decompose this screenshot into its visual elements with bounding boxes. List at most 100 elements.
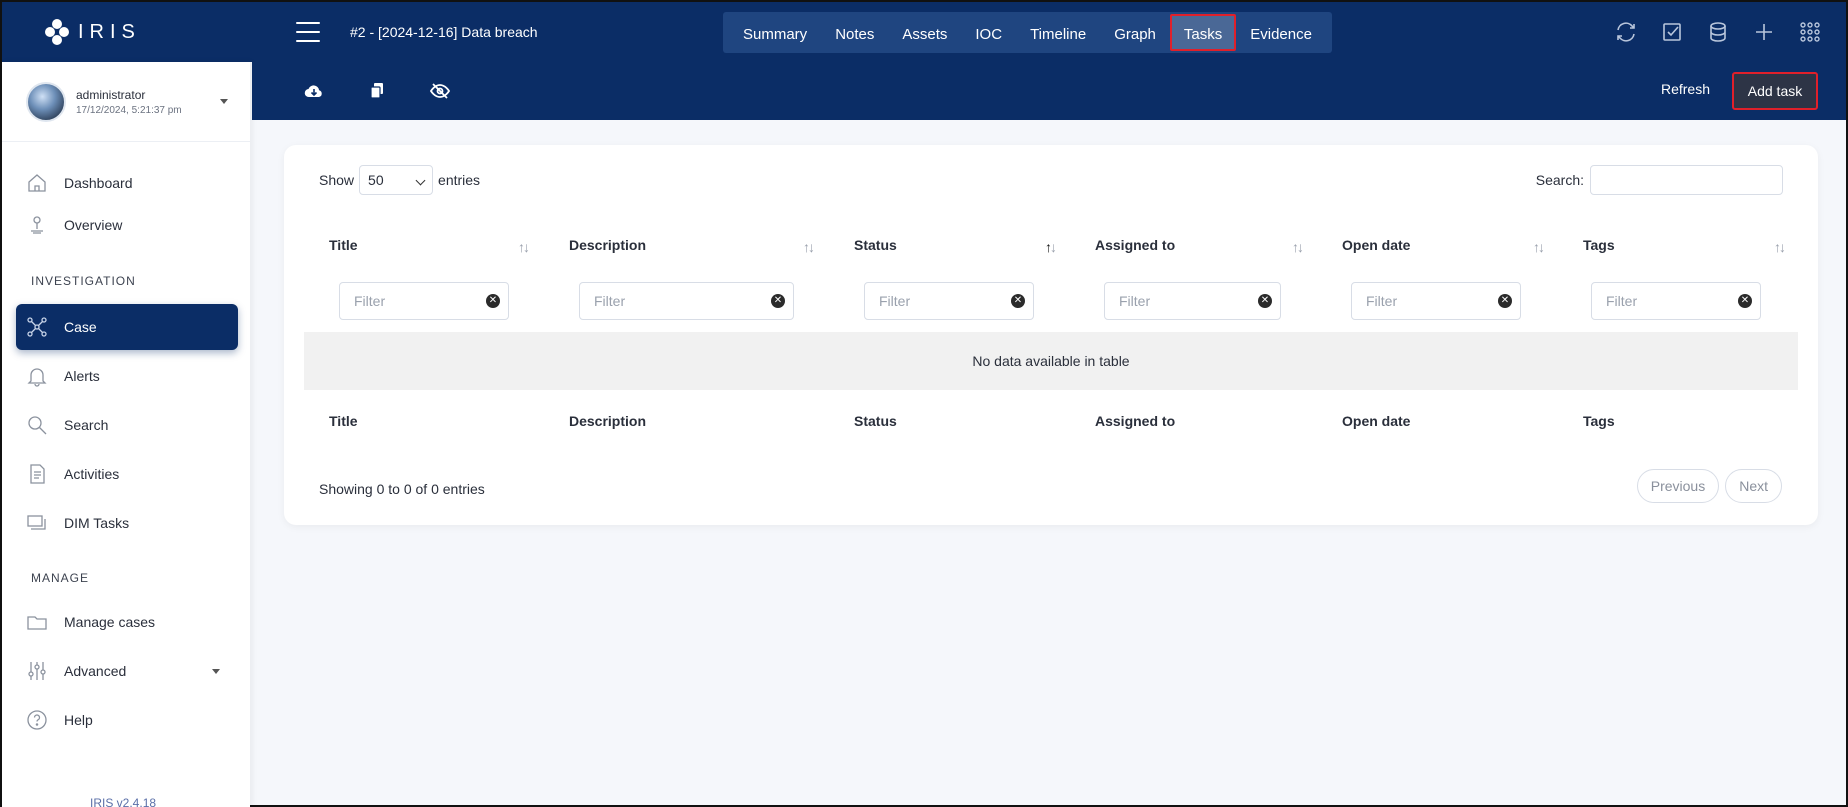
plus-icon[interactable] [1752,20,1776,44]
sort-ascending-icon[interactable]: ↑↓ [1045,239,1057,255]
column-header-title[interactable]: Title [329,237,358,253]
sidebar-item-activities[interactable]: Activities [16,451,238,497]
brand[interactable]: IRIS [2,2,250,62]
tab-notes[interactable]: Notes [821,14,888,51]
filter-assigned-to-input[interactable]: Filter ✕ [1104,282,1281,320]
iris-logo-icon [45,19,69,45]
refresh-button[interactable]: Refresh [1661,81,1710,97]
next-page-button[interactable]: Next [1725,469,1782,503]
clear-filter-icon[interactable]: ✕ [1738,294,1752,308]
tab-tasks[interactable]: Tasks [1169,14,1237,51]
empty-table-message: No data available in table [304,332,1798,390]
column-header-tags[interactable]: Tags [1583,237,1615,253]
footer-column-assigned-to: Assigned to [1095,413,1176,429]
stack-icon [26,512,48,534]
sidebar-item-advanced[interactable]: Advanced [16,648,238,694]
document-icon [26,463,48,485]
page-size-select[interactable]: 50 [359,165,434,195]
menu-toggle-icon[interactable] [296,22,320,42]
tab-ioc[interactable]: IOC [961,14,1016,51]
sort-icon[interactable]: ↑↓ [803,239,815,255]
folder-icon [26,611,48,633]
previous-page-button[interactable]: Previous [1636,469,1720,503]
tab-timeline[interactable]: Timeline [1016,14,1100,51]
filter-placeholder: Filter [1119,293,1151,309]
sidebar-item-label: Activities [64,466,120,482]
sidebar-item-label: Dashboard [64,175,133,191]
sidebar-item-overview[interactable]: Overview [16,202,238,248]
sort-icon[interactable]: ↑↓ [1774,239,1786,255]
sidebar-item-help[interactable]: Help [16,697,238,743]
footer-column-open-date: Open date [1342,413,1411,429]
filter-placeholder: Filter [1606,293,1638,309]
sidebar-item-label: Manage cases [64,614,156,630]
sort-icon[interactable]: ↑↓ [1533,239,1545,255]
footer-column-status: Status [854,413,897,429]
filter-placeholder: Filter [879,293,911,309]
case-title: #2 - [2024-12-16] Data breach [350,24,538,40]
filter-status-input[interactable]: Filter ✕ [864,282,1034,320]
add-task-button[interactable]: Add task [1732,72,1818,110]
apps-grid-icon[interactable] [1798,20,1822,44]
network-icon [26,316,48,338]
filter-placeholder: Filter [1366,293,1398,309]
sort-icon[interactable]: ↑↓ [1292,239,1304,255]
clear-filter-icon[interactable]: ✕ [771,294,785,308]
avatar [26,81,66,122]
filter-description-input[interactable]: Filter ✕ [579,282,794,320]
sidebar-item-label: Alerts [64,368,100,384]
sidebar-item-alerts[interactable]: Alerts [16,353,238,399]
sidebar-item-manage-cases[interactable]: Manage cases [16,599,238,645]
sidebar-item-dim-tasks[interactable]: DIM Tasks [16,500,238,546]
column-header-assigned-to[interactable]: Assigned to [1095,237,1175,253]
bell-icon [26,365,48,387]
pagination: Previous Next [1636,469,1782,503]
app-version: IRIS v2.4.18 [90,796,157,807]
tab-assets[interactable]: Assets [888,14,961,51]
clear-filter-icon[interactable]: ✕ [486,294,500,308]
top-navbar: IRIS #2 - [2024-12-16] Data breach Summa… [2,2,1846,62]
user-menu[interactable]: administrator 17/12/2024, 5:21:37 pm [2,62,250,142]
column-header-open-date[interactable]: Open date [1342,237,1410,253]
footer-column-description: Description [569,413,647,429]
eye-off-icon[interactable] [429,80,451,102]
section-investigation: INVESTIGATION [31,274,136,288]
filter-open-date-input[interactable]: Filter ✕ [1351,282,1521,320]
clear-filter-icon[interactable]: ✕ [1258,294,1272,308]
filter-title-input[interactable]: Filter ✕ [339,282,509,320]
cloud-download-icon[interactable] [303,80,325,102]
sidebar-item-dashboard[interactable]: Dashboard [16,160,238,206]
column-header-description[interactable]: Description [569,237,646,253]
show-label: Show [319,172,355,188]
page-length-control: Show 50 entries [319,165,480,195]
chevron-down-icon [415,175,426,186]
search-label: Search: [1535,172,1584,188]
sidebar-item-case[interactable]: Case [16,304,238,350]
sliders-icon [26,660,48,682]
tab-summary[interactable]: Summary [729,14,821,51]
sidebar-item-label: Search [64,417,109,433]
tab-graph[interactable]: Graph [1100,14,1170,51]
search-input[interactable] [1590,165,1783,195]
case-tabs: Summary Notes Assets IOC Timeline Graph … [723,12,1332,53]
check-square-icon[interactable] [1660,20,1684,44]
person-pin-icon [26,214,48,236]
filter-tags-input[interactable]: Filter ✕ [1591,282,1761,320]
sidebar-item-label: DIM Tasks [64,515,130,531]
chevron-down-icon[interactable] [220,99,228,104]
sidebar-item-search[interactable]: Search [16,402,238,448]
section-manage: MANAGE [31,571,90,585]
entries-label: entries [438,172,481,188]
sort-icon[interactable]: ↑↓ [518,239,530,255]
clear-filter-icon[interactable]: ✕ [1498,294,1512,308]
clear-filter-icon[interactable]: ✕ [1011,294,1025,308]
filter-placeholder: Filter [594,293,626,309]
page-size-value: 50 [368,172,384,188]
column-header-status[interactable]: Status [854,237,897,253]
copy-icon[interactable] [366,80,388,102]
user-name: administrator [76,87,146,102]
tab-evidence[interactable]: Evidence [1236,14,1326,51]
sync-icon[interactable] [1614,20,1638,44]
sidebar-item-label: Advanced [64,663,127,679]
database-icon[interactable] [1706,20,1730,44]
